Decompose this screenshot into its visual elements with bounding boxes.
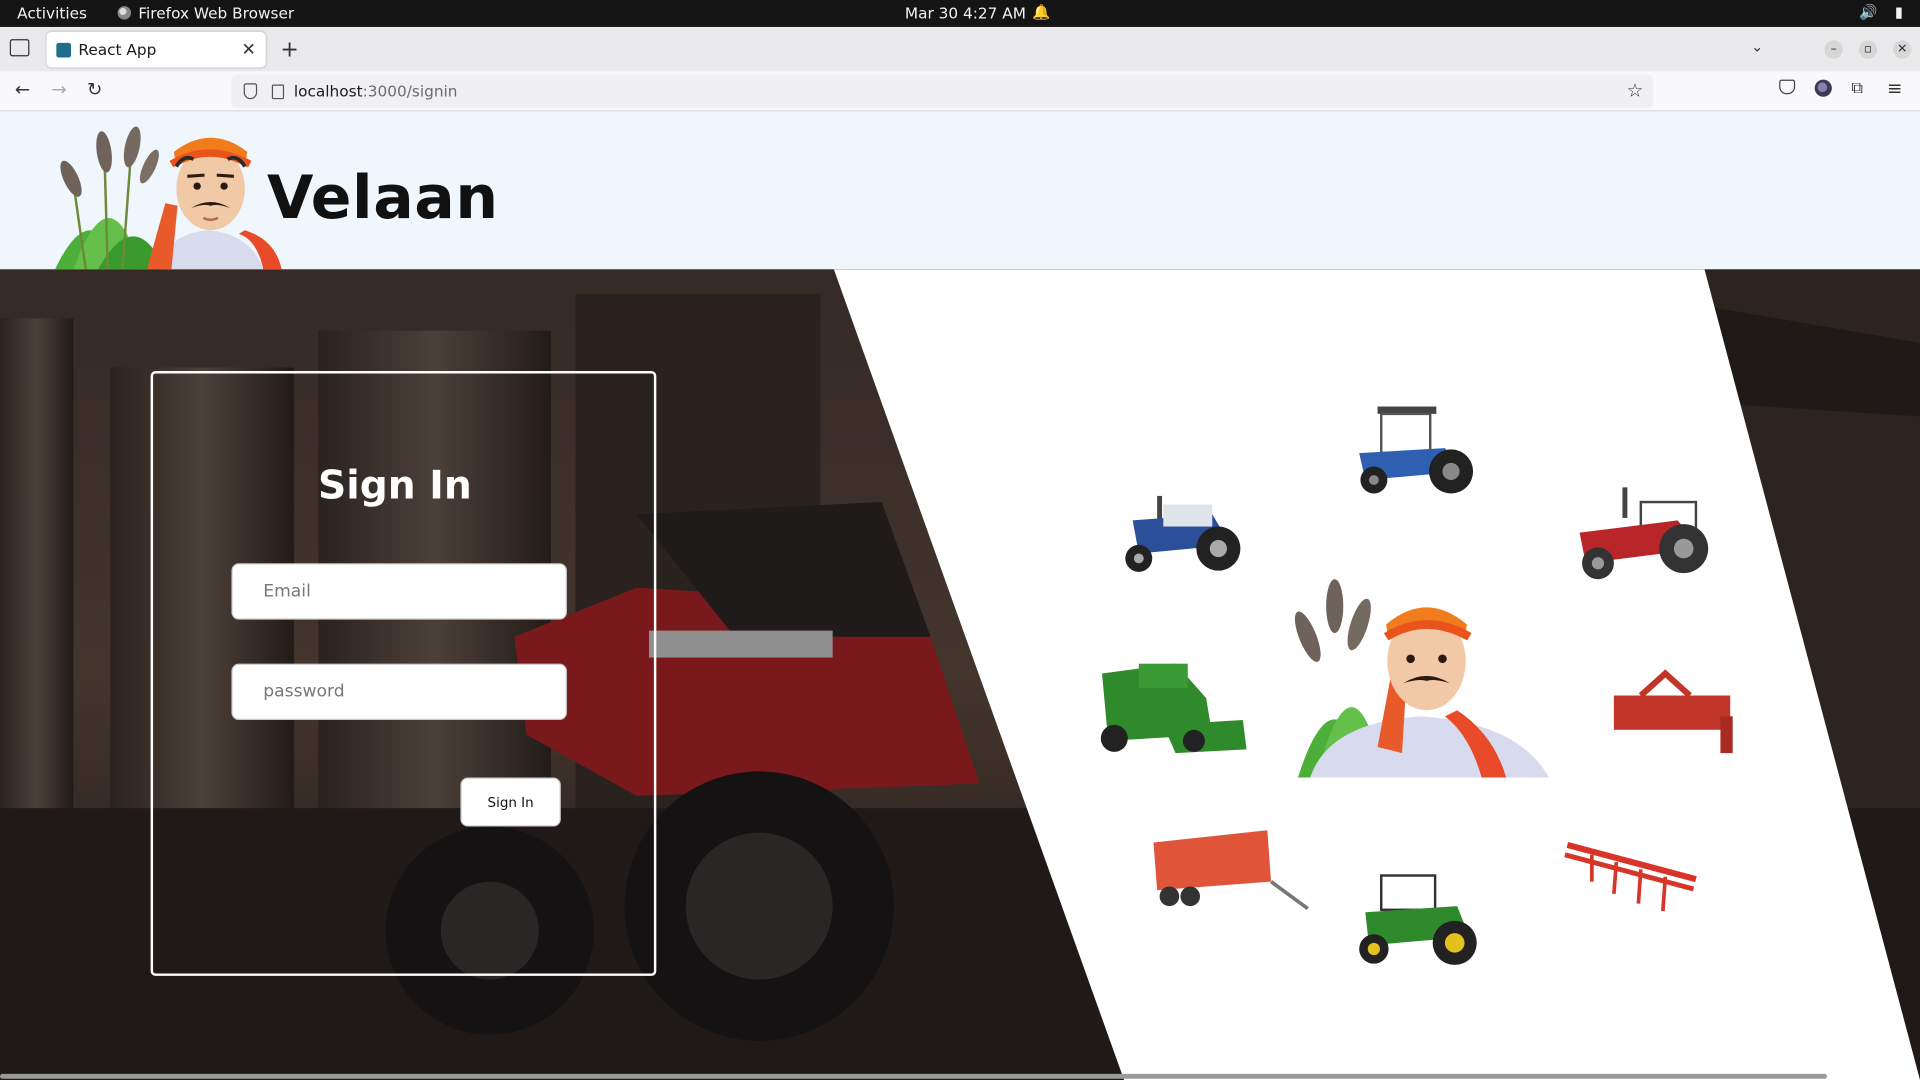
white-tractor-icon <box>1125 495 1241 572</box>
extensions-icon[interactable]: ⧉ <box>1851 80 1862 98</box>
shield-icon[interactable] <box>243 83 258 100</box>
forward-icon[interactable]: → <box>51 78 66 100</box>
signin-button[interactable]: Sign In <box>460 777 561 827</box>
system-top-bar: Activities Firefox Web Browser Mar 30 4:… <box>0 0 1920 27</box>
brand-title: Velaan <box>266 162 499 233</box>
app-name: Firefox Web Browser <box>138 3 295 23</box>
react-favicon-icon <box>56 42 72 57</box>
close-icon[interactable]: ✕ <box>242 40 256 60</box>
battery-icon: ▮ <box>1894 3 1903 21</box>
horizontal-scrollbar[interactable] <box>0 1073 1827 1079</box>
red-tractor-icon <box>1579 487 1709 580</box>
rotavator-icon <box>1613 669 1733 754</box>
password-field[interactable] <box>231 663 567 721</box>
tab-react-app[interactable]: React App ✕ <box>46 31 266 68</box>
green-tractor-icon <box>1359 874 1477 965</box>
pocket-button[interactable] <box>1779 79 1796 100</box>
url-path: :3000/signin <box>362 82 458 101</box>
url-bar[interactable]: localhost:3000/signin ☆ <box>231 74 1654 108</box>
app-menu[interactable]: Firefox Web Browser <box>117 3 295 23</box>
page-icon[interactable] <box>271 83 285 99</box>
menu-icon[interactable]: ≡ <box>1887 77 1902 99</box>
email-field[interactable] <box>231 563 567 620</box>
restore-icon[interactable]: ▫ <box>1858 40 1878 59</box>
chevron-down-icon[interactable]: ⌄ <box>1751 38 1763 55</box>
signin-title: Sign In <box>318 461 472 509</box>
cultivator-icon <box>1564 841 1697 912</box>
combine-harvester-icon <box>1100 663 1247 754</box>
account-button[interactable] <box>1814 79 1832 102</box>
bell-icon: 🔔 <box>1032 3 1051 21</box>
back-icon[interactable]: ← <box>15 78 30 100</box>
system-status-area[interactable]: 🔊 ▮ <box>1859 4 1903 21</box>
url-host: localhost <box>293 82 363 101</box>
trailer-icon <box>1153 830 1309 911</box>
reload-icon[interactable]: ↻ <box>87 78 102 100</box>
blue-tractor-icon <box>1359 406 1474 494</box>
volume-icon: 🔊 <box>1859 3 1878 21</box>
activities-button[interactable]: Activities <box>17 4 87 22</box>
tab-strip: React App ✕ + ⌄ – ▫ ✕ <box>0 26 1920 72</box>
farmer-illustration-icon <box>1294 579 1549 778</box>
pocket-icon <box>1779 79 1796 95</box>
signin-form: Sign In Sign In <box>150 371 657 976</box>
navigation-toolbar: ← → ↻ localhost:3000/signin ☆ ⧉ ≡ <box>0 71 1920 112</box>
tab-title: React App <box>78 40 157 59</box>
star-icon[interactable]: ☆ <box>1627 80 1643 102</box>
minimize-icon[interactable]: – <box>1824 40 1843 59</box>
account-icon <box>1814 79 1832 97</box>
signin-page: Sign In Sign In <box>0 269 1920 1080</box>
site-header: Velaan <box>0 111 1920 270</box>
window-close-icon[interactable]: ✕ <box>1893 40 1912 59</box>
plus-icon[interactable]: + <box>280 37 298 63</box>
tab-list-icon[interactable] <box>9 39 30 57</box>
firefox-icon <box>117 6 132 20</box>
clock[interactable]: Mar 30 4:27 AM <box>905 4 1026 22</box>
